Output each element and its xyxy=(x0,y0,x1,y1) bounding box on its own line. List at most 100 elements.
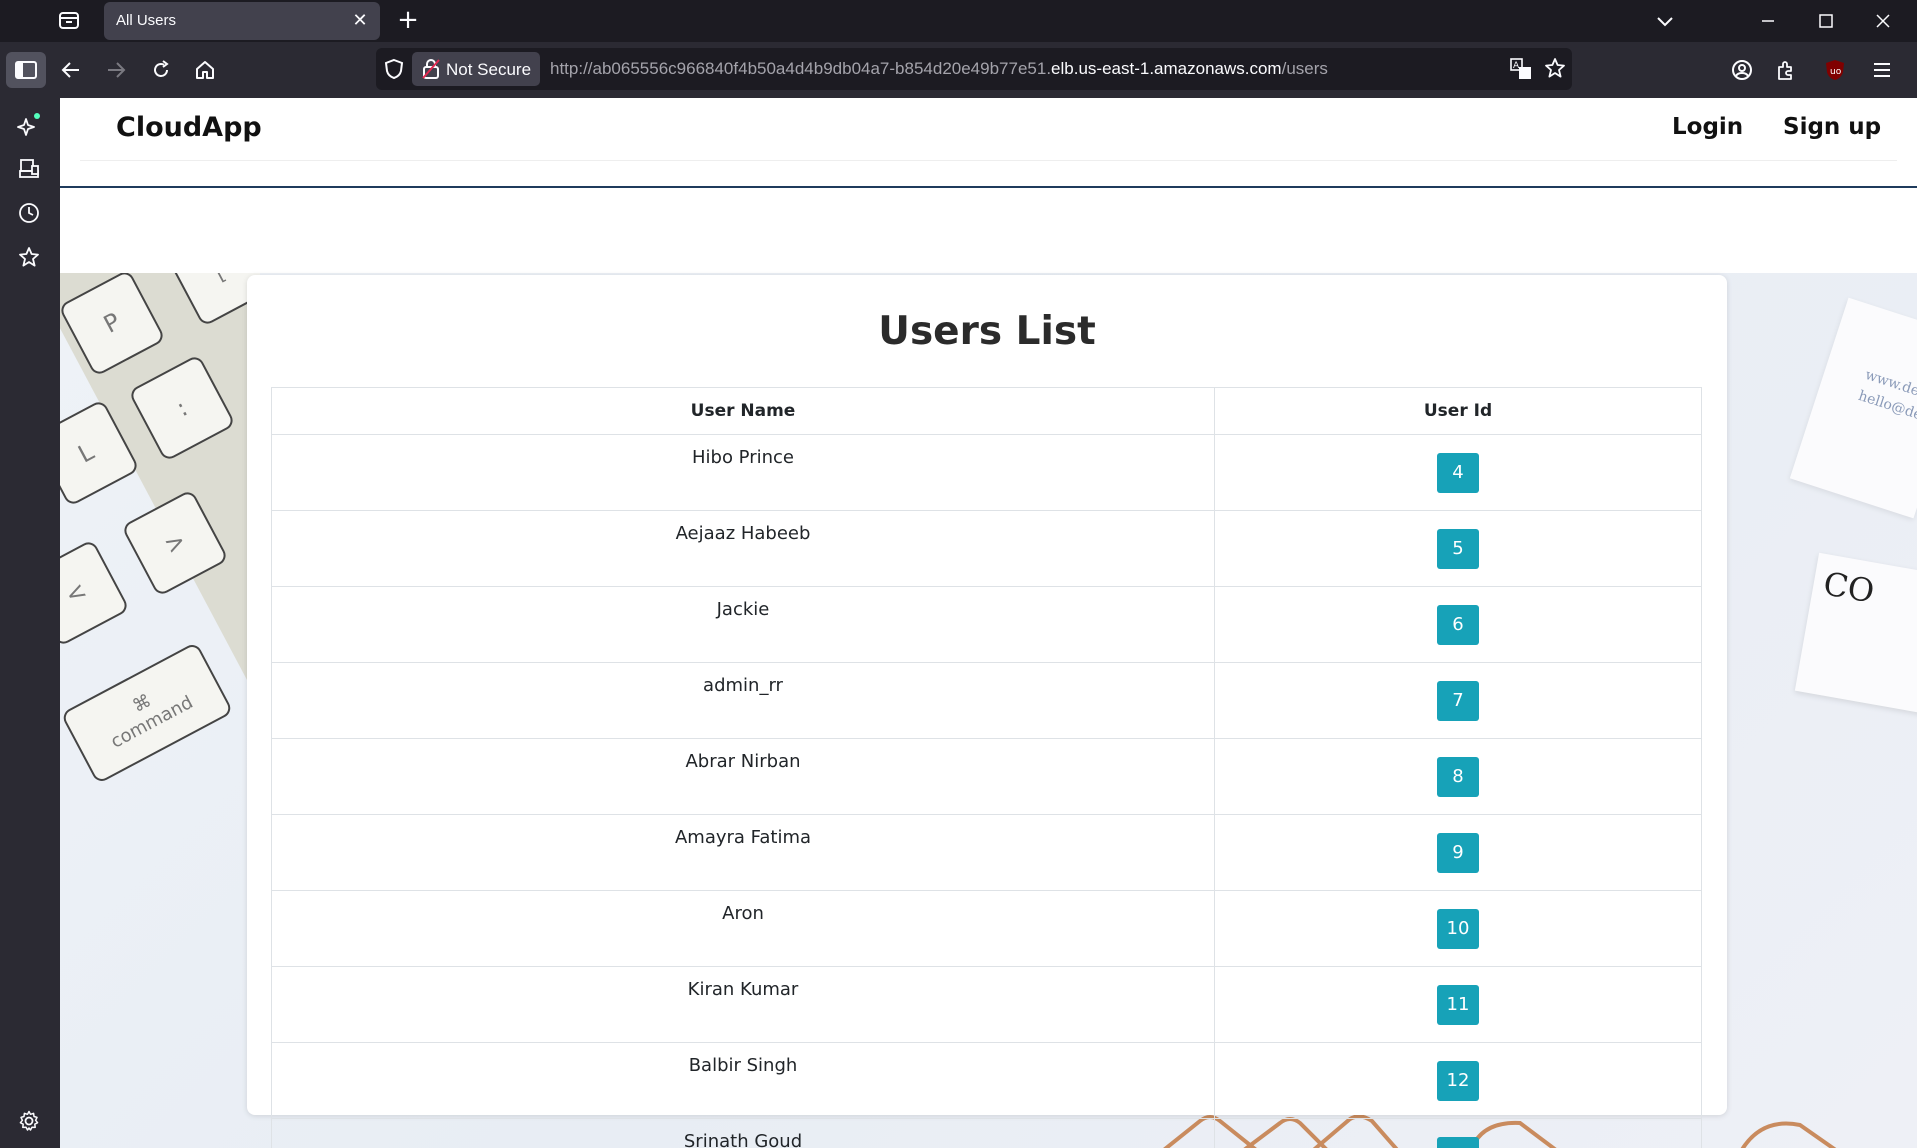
sidebar-icon[interactable] xyxy=(6,52,46,88)
svg-text:A: A xyxy=(1513,61,1520,71)
user-name-cell: Kiran Kumar xyxy=(271,966,1215,1043)
web-page: CloudApp Login Sign up P [ L : > < ⌘ com… xyxy=(60,98,1917,1148)
user-name-cell: Amayra Fatima xyxy=(271,814,1215,891)
users-table: User Name User Id Hibo Prince 4 Aejaaz H… xyxy=(271,387,1702,1148)
chevron-down-icon[interactable] xyxy=(1652,8,1678,34)
brand-logo[interactable]: CloudApp xyxy=(116,112,262,143)
user-id-badge[interactable]: 7 xyxy=(1437,680,1479,721)
back-icon[interactable] xyxy=(55,54,87,86)
table-row: Abrar Nirban 8 xyxy=(271,738,1702,815)
user-id-badge[interactable]: 4 xyxy=(1437,452,1479,493)
translate-icon[interactable]: A xyxy=(1510,58,1532,84)
table-row: admin_rr 7 xyxy=(271,662,1702,739)
bookmarks-star-icon[interactable] xyxy=(16,244,42,270)
header-divider xyxy=(80,160,1897,161)
command-label: command xyxy=(107,691,197,753)
url-path: /users xyxy=(1281,59,1328,78)
browser-sidebar xyxy=(0,98,60,1148)
forward-icon[interactable] xyxy=(100,54,132,86)
user-id-badge[interactable]: 10 xyxy=(1437,908,1479,949)
url-prefix: http://ab065556c966840f4b50a4d4b9db04a7-… xyxy=(550,59,1052,78)
minimize-icon[interactable] xyxy=(1755,8,1781,34)
user-id-badge[interactable]: 12 xyxy=(1437,1060,1479,1101)
user-id-badge[interactable]: 11 xyxy=(1437,984,1479,1025)
table-header-row: User Name User Id xyxy=(271,387,1702,435)
menu-icon[interactable] xyxy=(1866,54,1898,86)
url-text[interactable]: http://ab065556c966840f4b50a4d4b9db04a7-… xyxy=(550,59,1328,79)
user-id-cell: 8 xyxy=(1214,738,1702,815)
not-secure-button[interactable]: Not Secure xyxy=(412,52,540,86)
page-title: Users List xyxy=(878,309,1096,354)
user-name-cell: Aejaaz Habeeb xyxy=(271,510,1215,587)
user-name-cell: Balbir Singh xyxy=(271,1042,1215,1119)
bookmark-star-icon[interactable] xyxy=(1544,57,1566,83)
user-id-badge[interactable]: 13 xyxy=(1437,1136,1479,1148)
plus-icon[interactable]: + xyxy=(396,7,420,33)
url-bar[interactable]: Not Secure http://ab065556c966840f4b50a4… xyxy=(376,48,1572,90)
not-secure-label: Not Secure xyxy=(446,60,532,79)
table-row: Hibo Prince 4 xyxy=(271,434,1702,511)
user-name-cell: Srinath Goud xyxy=(271,1118,1215,1148)
maximize-icon[interactable] xyxy=(1813,8,1839,34)
user-name-cell: Hibo Prince xyxy=(271,434,1215,511)
user-name-cell: Aron xyxy=(271,890,1215,967)
login-link[interactable]: Login xyxy=(1672,114,1743,140)
user-id-cell: 6 xyxy=(1214,586,1702,663)
user-id-badge[interactable]: 8 xyxy=(1437,756,1479,797)
business-card-bottom: CO xyxy=(1794,552,1917,714)
table-row: Amayra Fatima 9 xyxy=(271,814,1702,891)
header-border xyxy=(60,186,1917,188)
user-name-cell: Jackie xyxy=(271,586,1215,663)
lock-icon xyxy=(422,59,440,84)
user-id-badge[interactable]: 9 xyxy=(1437,832,1479,873)
svg-text:uo: uo xyxy=(1830,67,1842,77)
user-id-cell: 12 xyxy=(1214,1042,1702,1119)
account-icon[interactable] xyxy=(1726,54,1758,86)
business-cards-decoration: www.de hello@de CO xyxy=(1789,273,1917,873)
table-row: Balbir Singh 12 xyxy=(271,1042,1702,1119)
user-id-cell: 5 xyxy=(1214,510,1702,587)
user-id-cell: 4 xyxy=(1214,434,1702,511)
history-icon[interactable] xyxy=(16,200,42,226)
signup-link[interactable]: Sign up xyxy=(1783,114,1881,140)
user-id-badge[interactable]: 5 xyxy=(1437,528,1479,569)
key-command: ⌘ command xyxy=(60,641,234,785)
window-close-icon[interactable] xyxy=(1870,8,1896,34)
tab-list-icon[interactable] xyxy=(58,10,80,30)
settings-gear-icon[interactable] xyxy=(16,1108,42,1134)
key-less: < xyxy=(60,538,131,648)
keyboard-decoration: P [ L : > < ⌘ command xyxy=(60,273,260,813)
reload-icon[interactable] xyxy=(145,54,177,86)
business-card-top: www.de hello@de xyxy=(1789,297,1917,519)
browser-tab[interactable]: All Users ✕ xyxy=(104,2,380,40)
table-row: Aejaaz Habeeb 5 xyxy=(271,510,1702,587)
user-id-badge[interactable]: 6 xyxy=(1437,604,1479,645)
user-id-cell: 13 xyxy=(1214,1118,1702,1148)
shield-icon[interactable] xyxy=(384,58,404,84)
user-name-cell: Abrar Nirban xyxy=(271,738,1215,815)
home-icon[interactable] xyxy=(189,54,221,86)
column-header-user-id: User Id xyxy=(1214,387,1702,435)
card-logo-text: CO xyxy=(1820,564,1878,611)
user-id-cell: 11 xyxy=(1214,966,1702,1043)
url-host: elb.us-east-1.amazonaws.com xyxy=(1051,59,1282,78)
synced-tabs-icon[interactable] xyxy=(16,156,42,182)
users-card: Users List User Name User Id Hibo Prince… xyxy=(247,275,1727,1148)
user-name-cell: admin_rr xyxy=(271,662,1215,739)
navigation-toolbar: Not Secure http://ab065556c966840f4b50a4… xyxy=(0,42,1917,98)
tab-title: All Users xyxy=(116,12,177,29)
table-row: Aron 10 xyxy=(271,890,1702,967)
ai-sparkle-icon[interactable] xyxy=(16,112,42,138)
tab-bar: All Users ✕ + xyxy=(0,0,1917,42)
table-row: Kiran Kumar 11 xyxy=(271,966,1702,1043)
close-icon[interactable]: ✕ xyxy=(350,10,370,30)
column-header-user-name: User Name xyxy=(271,387,1215,435)
ublock-icon[interactable]: uo xyxy=(1819,54,1851,86)
user-id-cell: 9 xyxy=(1214,814,1702,891)
table-row: Srinath Goud 13 xyxy=(271,1118,1702,1148)
extensions-icon[interactable] xyxy=(1770,54,1802,86)
user-id-cell: 7 xyxy=(1214,662,1702,739)
user-id-cell: 10 xyxy=(1214,890,1702,967)
table-row: Jackie 6 xyxy=(271,586,1702,663)
site-header: CloudApp Login Sign up xyxy=(60,98,1917,186)
